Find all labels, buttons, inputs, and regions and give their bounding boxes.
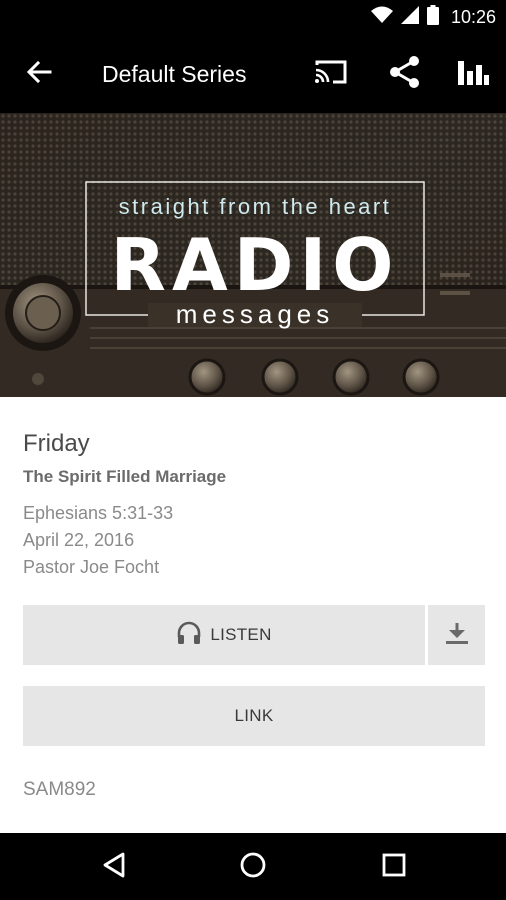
status-icons: 10:26 bbox=[370, 0, 496, 35]
status-time: 10:26 bbox=[450, 7, 496, 27]
cast-button[interactable] bbox=[310, 53, 352, 95]
nav-home-button[interactable] bbox=[228, 843, 278, 891]
download-icon bbox=[444, 621, 470, 650]
message-scripture: Ephesians 5:31-33 bbox=[23, 503, 174, 523]
status-bar: 10:26 bbox=[0, 0, 506, 35]
app-bar: Default Series bbox=[0, 35, 506, 113]
series-banner: straight from the heart RADIO messages bbox=[0, 113, 506, 397]
message-speaker: Pastor Joe Focht bbox=[23, 557, 160, 577]
link-button[interactable]: LINK bbox=[23, 686, 485, 746]
banner-headline: RADIO bbox=[111, 223, 400, 307]
banner-subtitle: messages bbox=[176, 299, 335, 329]
equalizer-button[interactable] bbox=[452, 53, 494, 95]
back-triangle-icon bbox=[102, 852, 126, 883]
equalizer-icon bbox=[457, 57, 489, 92]
message-code: SAM892 bbox=[23, 779, 96, 800]
share-button[interactable] bbox=[384, 53, 426, 95]
battery-icon bbox=[426, 5, 439, 30]
cast-icon bbox=[314, 59, 348, 90]
back-arrow-icon bbox=[26, 60, 52, 89]
system-nav-bar bbox=[0, 833, 506, 900]
nav-back-button[interactable] bbox=[89, 843, 139, 891]
page-title: Default Series bbox=[102, 61, 247, 87]
nav-recents-button[interactable] bbox=[369, 843, 419, 891]
download-button[interactable] bbox=[428, 605, 485, 665]
headphones-icon bbox=[176, 621, 202, 650]
listen-button[interactable]: LISTEN bbox=[23, 605, 425, 665]
link-label: LINK bbox=[234, 706, 274, 725]
banner-tagline: straight from the heart bbox=[119, 194, 392, 219]
share-icon bbox=[388, 55, 422, 94]
recents-square-icon bbox=[382, 853, 406, 882]
message-day: Friday bbox=[23, 430, 90, 457]
message-date: April 22, 2016 bbox=[23, 530, 135, 550]
listen-label: LISTEN bbox=[210, 625, 272, 644]
home-circle-icon bbox=[239, 851, 267, 884]
message-title: The Spirit Filled Marriage bbox=[23, 467, 227, 486]
back-button[interactable] bbox=[18, 53, 60, 95]
cell-signal-icon bbox=[400, 6, 419, 29]
wifi-icon bbox=[370, 6, 393, 29]
